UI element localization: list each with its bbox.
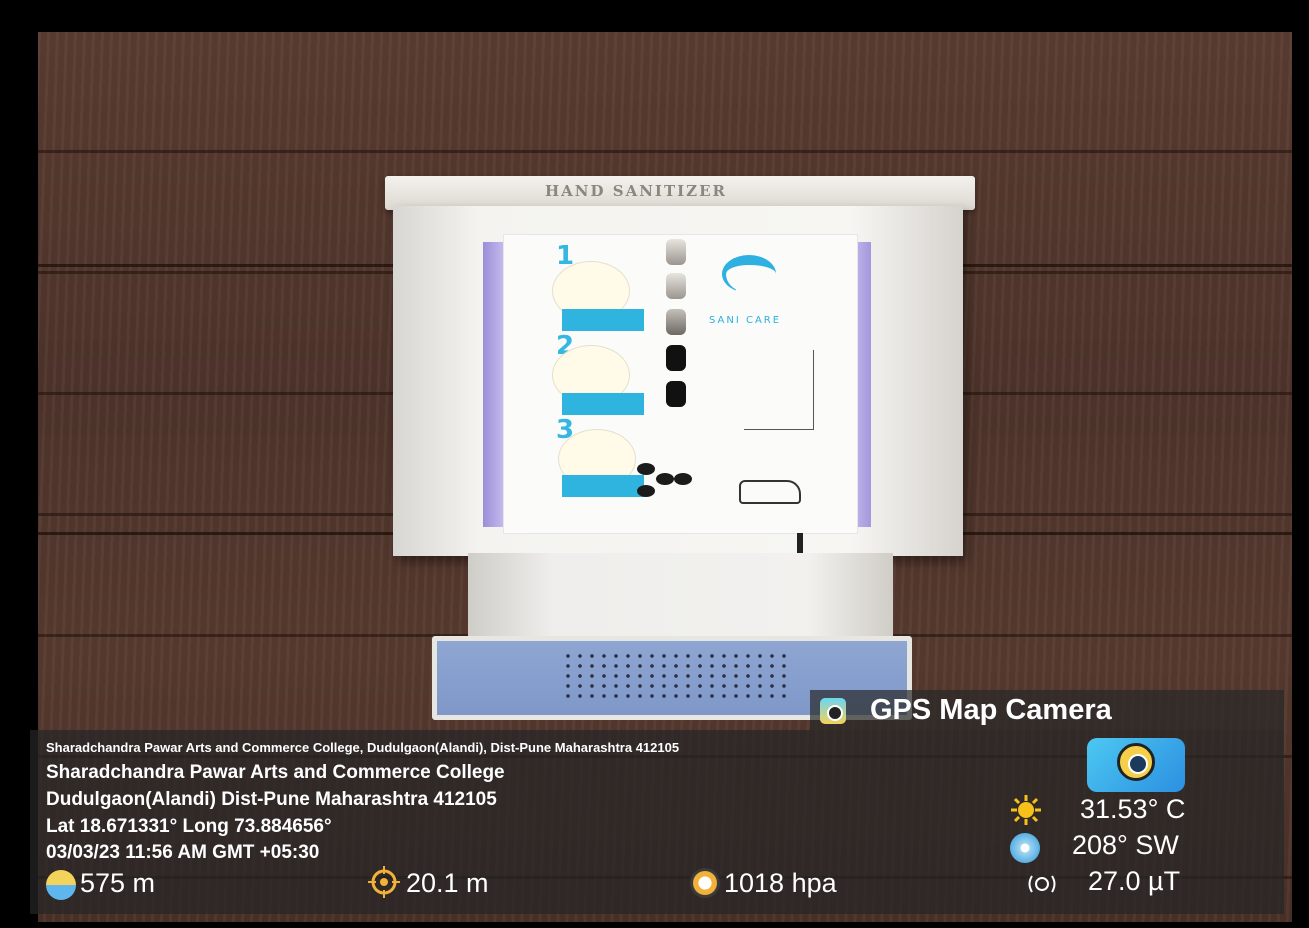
lat-long: Lat 18.671331° Long 73.884656° (46, 816, 332, 837)
dispenser-lid: HAND SANITIZER (385, 176, 975, 210)
make-in-india-logo (739, 480, 801, 504)
dispenser-body: 1 2 3 SANI CARE (393, 206, 963, 573)
datetime: 03/03/23 11:56 AM GMT +05:30 (46, 842, 320, 863)
wind: 208° SW (1072, 830, 1179, 860)
address-small: Sharadchandra Pawar Arts and Commerce Co… (46, 740, 680, 755)
brand-name: SANI CARE (709, 315, 782, 326)
altitude-icon (46, 870, 76, 900)
step-caption (562, 475, 644, 497)
indicator-light (666, 381, 686, 407)
indicator-light (666, 273, 686, 299)
level-window (744, 350, 814, 430)
lens-icon (1117, 743, 1155, 781)
place-name: Sharadchandra Pawar Arts and Commerce Co… (46, 762, 505, 783)
gauge-icon (690, 868, 720, 898)
indicator-light (666, 345, 686, 371)
camera-app-icon (820, 698, 846, 724)
magnet-icon (1028, 875, 1056, 893)
step-caption (562, 393, 644, 415)
magnetic-field: 27.0 µT (1088, 866, 1181, 896)
drip-grid (562, 651, 792, 701)
sensor-dot (637, 463, 655, 475)
dispenser-lid-label: HAND SANITIZER (545, 182, 727, 200)
indicator-light (666, 309, 686, 335)
sani-care-logo (722, 255, 776, 293)
gps-header: GPS Map Camera (810, 690, 1284, 730)
sun-icon (1011, 795, 1041, 825)
altitude: 575 m (80, 868, 156, 898)
accuracy: 20.1 m (406, 868, 489, 898)
step-caption (562, 309, 644, 331)
indicator-light (666, 239, 686, 265)
camera-app-icon (1087, 738, 1185, 792)
sensor-dot (637, 485, 655, 497)
wind-compass-icon (1010, 833, 1040, 863)
sensor-dot (674, 473, 692, 485)
instruction-panel: 1 2 3 SANI CARE (503, 234, 858, 573)
pressure: 1018 hpa (724, 868, 837, 898)
sensor-dot (656, 473, 674, 485)
app-name: GPS Map Camera (870, 694, 1112, 726)
address-line: Dudulgaon(Alandi) Dist-Pune Maharashtra … (46, 789, 497, 810)
temperature: 31.53° C (1080, 794, 1186, 824)
gps-info-panel: Sharadchandra Pawar Arts and Commerce Co… (30, 730, 1284, 914)
target-icon (368, 866, 400, 898)
